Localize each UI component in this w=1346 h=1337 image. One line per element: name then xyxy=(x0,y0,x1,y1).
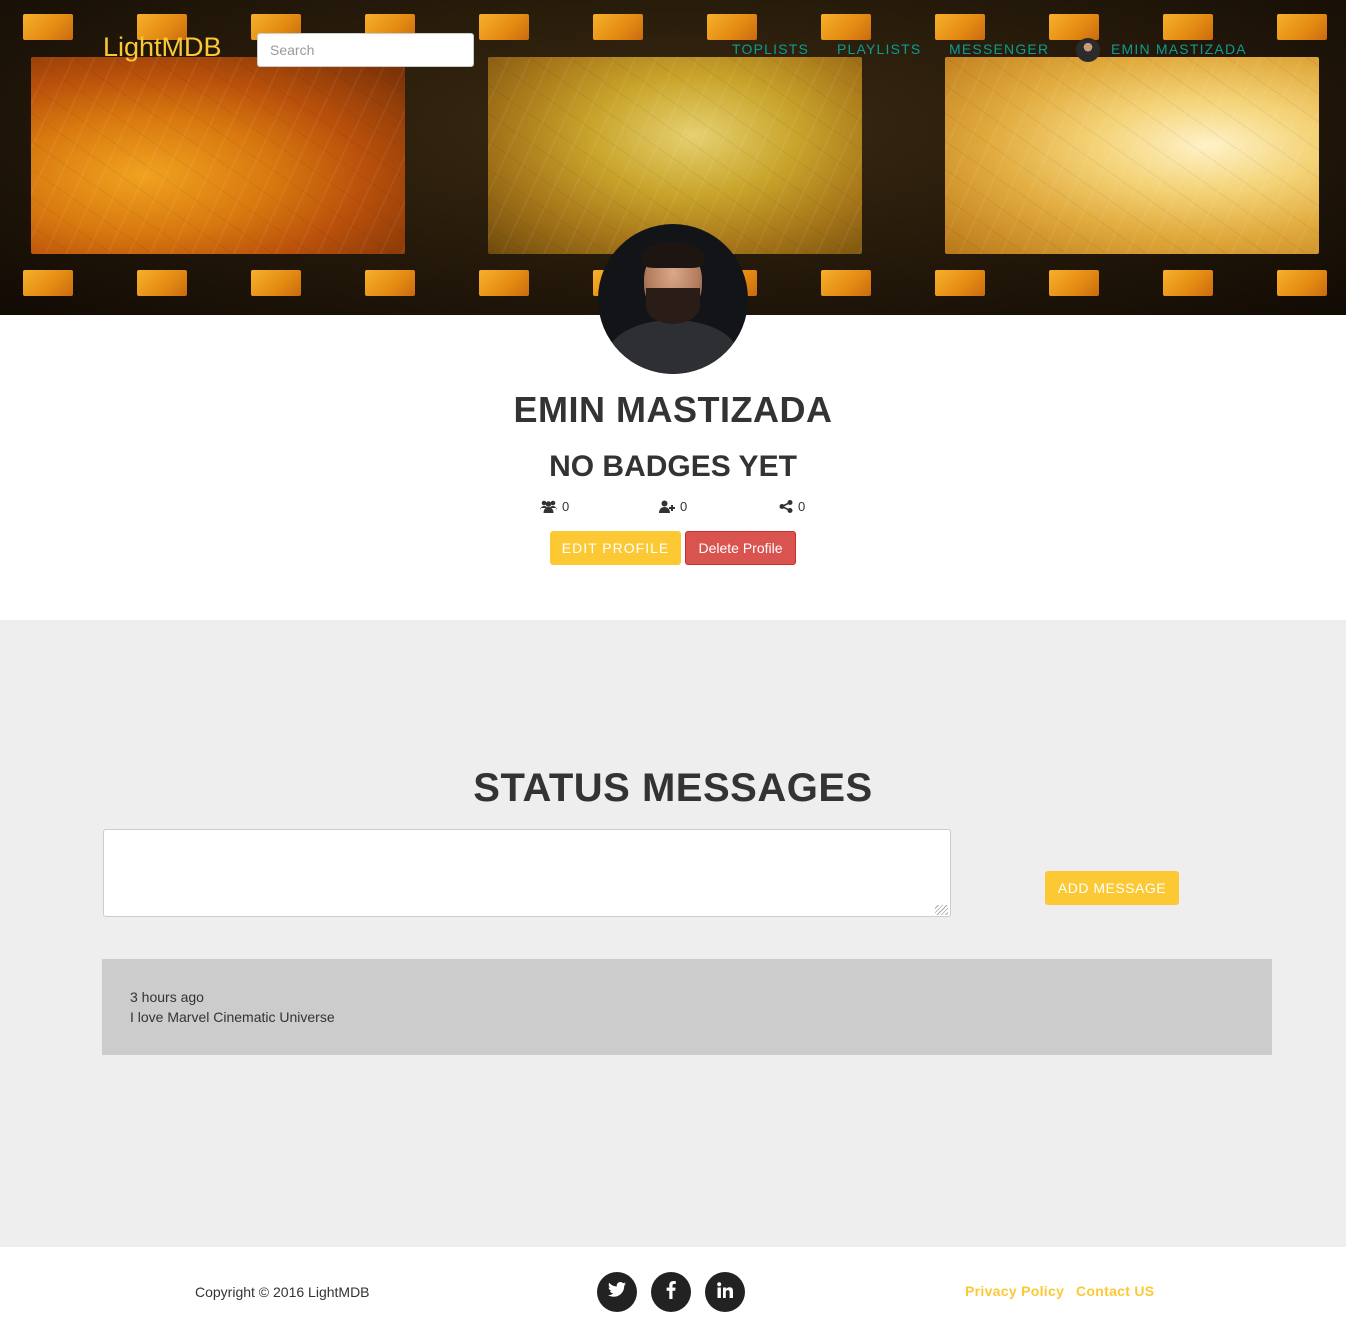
profile-avatar xyxy=(598,224,748,374)
followers-stat: 0 xyxy=(540,497,569,515)
edit-profile-button[interactable]: Edit Profile xyxy=(550,531,681,565)
profile-name: EMIN MASTIZADA xyxy=(513,389,833,430)
user-plus-icon xyxy=(659,500,675,513)
followers-count: 0 xyxy=(562,498,570,514)
nav-user-profile[interactable]: EMIN MASTIZADA xyxy=(1111,41,1247,59)
shares-stat: 0 xyxy=(779,497,805,515)
message-text: I love Marvel Cinematic Universe xyxy=(130,1009,335,1025)
footer: Copyright © 2016 LightMDB Privacy Policy… xyxy=(0,1247,1346,1337)
twitter-icon xyxy=(608,1282,626,1302)
privacy-policy-link[interactable]: Privacy Policy xyxy=(965,1283,1064,1299)
delete-profile-button[interactable]: Delete Profile xyxy=(685,531,796,565)
user-avatar-small[interactable] xyxy=(1076,38,1100,62)
facebook-link[interactable] xyxy=(651,1272,691,1312)
badges-heading: NO BADGES YET xyxy=(549,450,797,483)
following-stat: 0 xyxy=(659,497,687,515)
search-input[interactable] xyxy=(257,33,474,67)
nav-messenger[interactable]: MESSENGER xyxy=(949,41,1049,59)
film-frame xyxy=(31,57,405,254)
status-message-card: 3 hours ago I love Marvel Cinematic Univ… xyxy=(102,959,1272,1055)
facebook-icon xyxy=(666,1280,676,1304)
status-message-input[interactable] xyxy=(103,829,951,917)
shares-count: 0 xyxy=(798,498,806,514)
message-time: 3 hours ago xyxy=(130,989,204,1005)
share-icon xyxy=(779,499,793,513)
status-title: STATUS MESSAGES xyxy=(473,766,873,810)
linkedin-icon xyxy=(717,1281,733,1303)
add-message-button[interactable]: Add Message xyxy=(1045,871,1179,905)
status-section: STATUS MESSAGES Add Message 3 hours ago … xyxy=(0,620,1346,1247)
twitter-link[interactable] xyxy=(597,1272,637,1312)
brand-logo-link[interactable]: LightMDB xyxy=(103,32,222,63)
nav-playlists[interactable]: PLAYLISTS xyxy=(837,41,921,59)
contact-us-link[interactable]: Contact US xyxy=(1076,1283,1154,1299)
users-icon xyxy=(540,500,557,513)
copyright-text: Copyright © 2016 LightMDB xyxy=(195,1284,370,1300)
following-count: 0 xyxy=(680,498,688,514)
nav-toplists[interactable]: TOPLISTS xyxy=(732,41,809,59)
resize-handle-icon[interactable] xyxy=(935,905,948,915)
linkedin-link[interactable] xyxy=(705,1272,745,1312)
film-frame xyxy=(945,57,1319,254)
